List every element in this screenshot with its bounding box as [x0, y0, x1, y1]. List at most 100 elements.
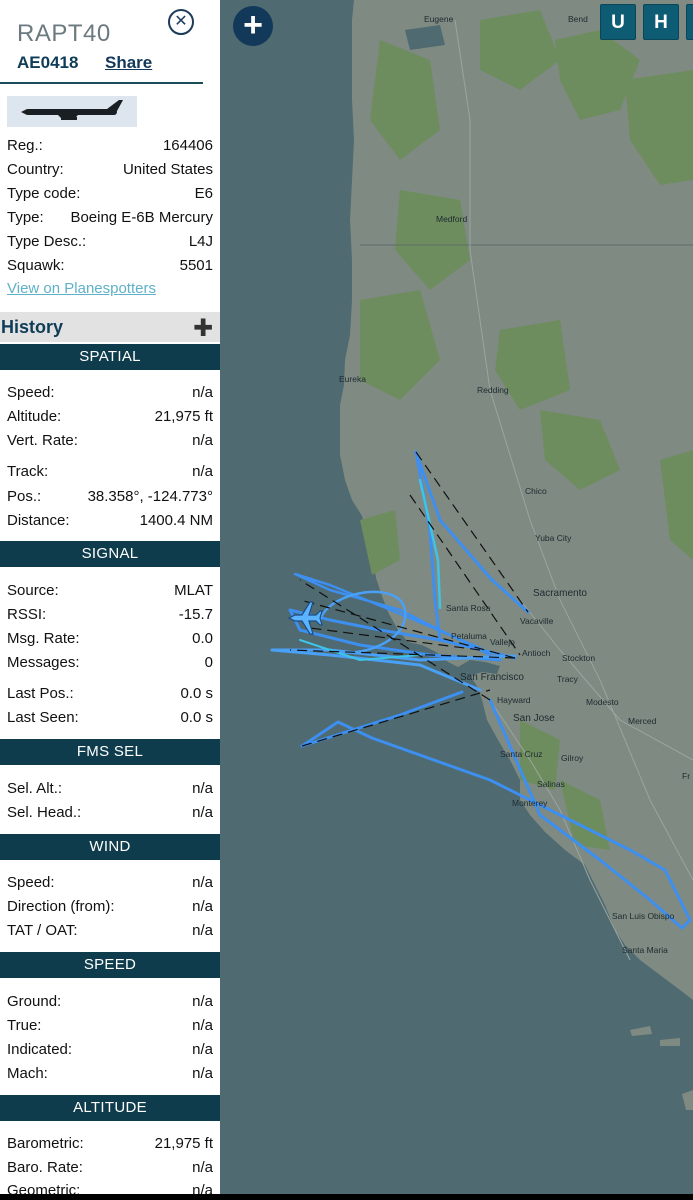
field-value: n/a — [192, 1016, 213, 1034]
map-canvas[interactable] — [220, 0, 693, 1194]
detail-row: Country: United States — [7, 159, 213, 179]
spatial-row: Distance: 1400.4 NM — [7, 510, 213, 530]
detail-row: Type Desc.: L4J — [7, 231, 213, 251]
field-value: 21,975 ft — [154, 1134, 213, 1152]
map-button-u[interactable]: U — [600, 4, 636, 40]
city-label: Vallejo — [490, 637, 515, 647]
share-link[interactable]: Share — [105, 53, 152, 73]
detail-value: E6 — [194, 184, 213, 202]
section-header-speed[interactable]: SPEED — [0, 952, 220, 978]
city-label: Redding — [477, 385, 509, 395]
signal-row: Source: MLAT — [7, 580, 213, 600]
field-value: 0.0 s — [180, 708, 213, 726]
city-label: Santa Cruz — [500, 749, 543, 759]
section-header-fms[interactable]: FMS SEL — [0, 739, 220, 765]
wind-row: TAT / OAT: n/a — [7, 920, 213, 940]
field-label: Track: — [7, 462, 49, 480]
detail-label: Type: — [7, 208, 44, 226]
field-label: Messages: — [7, 653, 80, 671]
city-label: Antioch — [522, 648, 551, 658]
field-value: 38.358°, -124.773° — [87, 487, 213, 505]
field-label: Indicated: — [7, 1040, 73, 1058]
hex-code[interactable]: AE0418 — [17, 53, 78, 73]
detail-value: L4J — [188, 232, 213, 250]
detail-label: Squawk: — [7, 256, 65, 274]
detail-label: Country: — [7, 160, 64, 178]
section-header-signal[interactable]: SIGNAL — [0, 541, 220, 567]
zoom-in-icon[interactable]: + — [233, 6, 273, 46]
map-button-h[interactable]: H — [643, 4, 679, 40]
field-label: Last Pos.: — [7, 684, 74, 702]
signal-row: Msg. Rate: 0.0 — [7, 628, 213, 648]
detail-value: 5501 — [179, 256, 213, 274]
field-value: n/a — [192, 1064, 213, 1082]
field-value: n/a — [192, 992, 213, 1010]
city-label: Petaluma — [451, 631, 487, 641]
field-value: 21,975 ft — [154, 407, 213, 425]
city-label: Modesto — [586, 697, 619, 707]
city-label: Monterey — [512, 798, 548, 808]
field-label: Barometric: — [7, 1134, 84, 1152]
speed-row: Ground: n/a — [7, 991, 213, 1011]
field-value: n/a — [192, 803, 213, 821]
fms-row: Sel. Alt.: n/a — [7, 778, 213, 798]
field-label: Sel. Alt.: — [7, 779, 63, 797]
field-label: Pos.: — [7, 487, 42, 505]
field-value: n/a — [192, 897, 213, 915]
field-label: TAT / OAT: — [7, 921, 78, 939]
field-label: Direction (from): — [7, 897, 115, 915]
city-label: Medford — [436, 214, 468, 224]
spatial-row: Track: n/a — [7, 461, 213, 481]
planespotters-link[interactable]: View on Planespotters — [7, 280, 156, 297]
field-value: 0.0 s — [180, 684, 213, 702]
spatial-row: Speed: n/a — [7, 382, 213, 402]
field-label: Sel. Head.: — [7, 803, 82, 821]
field-label: Msg. Rate: — [7, 629, 80, 647]
city-label: Chico — [525, 486, 547, 496]
city-label: Bend — [568, 14, 588, 24]
plus-icon[interactable]: ✚ — [193, 314, 213, 343]
history-bar[interactable]: History ✚ — [0, 312, 220, 342]
altitude-row: Barometric: 21,975 ft — [7, 1133, 213, 1153]
land-area — [340, 0, 693, 1194]
field-label: Mach: — [7, 1064, 48, 1082]
detail-label: Reg.: — [7, 136, 43, 154]
detail-label: Type Desc.: — [7, 232, 87, 250]
signal-row: RSSI: -15.7 — [7, 604, 213, 624]
map-button-partial[interactable] — [686, 4, 693, 40]
city-label: Salinas — [537, 779, 565, 789]
detail-label: Type code: — [7, 184, 81, 202]
section-header-spatial[interactable]: SPATIAL — [0, 344, 220, 370]
callsign: RAPT40 — [17, 20, 111, 47]
field-label: Baro. Rate: — [7, 1158, 83, 1176]
header-divider — [0, 82, 203, 84]
speed-row: Mach: n/a — [7, 1063, 213, 1083]
field-value: MLAT — [174, 581, 213, 599]
history-label: History — [1, 317, 64, 337]
section-header-altitude[interactable]: ALTITUDE — [0, 1095, 220, 1121]
city-label: Fr — [682, 771, 691, 781]
wind-row: Speed: n/a — [7, 872, 213, 892]
map-view[interactable]: Eugene Bend Medford Eureka Redding Chico Yuba … — [220, 0, 693, 1194]
field-label: Last Seen: — [7, 708, 79, 726]
section-header-wind[interactable]: WIND — [0, 834, 220, 860]
signal-row: Last Seen: 0.0 s — [7, 707, 213, 727]
field-label: RSSI: — [7, 605, 47, 623]
field-value: 0 — [204, 653, 213, 671]
aircraft-photo[interactable] — [7, 96, 137, 127]
field-value: n/a — [192, 921, 213, 939]
field-label: Speed: — [7, 873, 55, 891]
city-label: Sacramento — [533, 588, 587, 599]
spatial-row: Altitude: 21,975 ft — [7, 406, 213, 426]
city-label: Hayward — [497, 695, 531, 705]
detail-row: Type: Boeing E-6B Mercury — [7, 207, 213, 227]
close-icon[interactable]: ✕ — [168, 9, 194, 35]
spatial-row: Pos.: 38.358°, -124.773° — [7, 486, 213, 506]
altitude-row: Baro. Rate: n/a — [7, 1157, 213, 1177]
city-label: San Luis Obispo — [612, 911, 675, 921]
signal-row: Messages: 0 — [7, 652, 213, 672]
fms-row: Sel. Head.: n/a — [7, 802, 213, 822]
city-label: Eugene — [424, 14, 454, 24]
speed-row: True: n/a — [7, 1015, 213, 1035]
city-label: Santa Rosa — [446, 603, 491, 613]
